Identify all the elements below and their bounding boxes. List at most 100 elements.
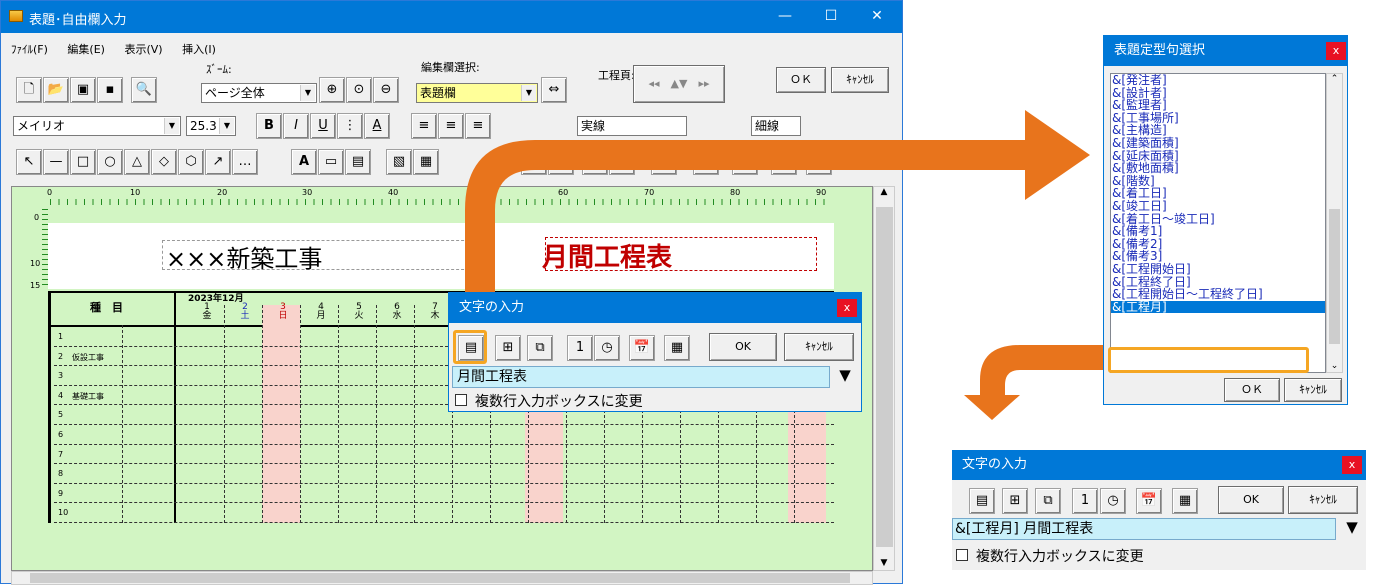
multiline-checkbox[interactable] xyxy=(455,394,467,406)
pattern-icon[interactable]: ▦ xyxy=(413,149,439,175)
ok-button[interactable]: OK xyxy=(709,333,777,361)
zoom-out-icon[interactable]: ⊖ xyxy=(373,77,399,103)
circle-icon[interactable]: ○ xyxy=(97,149,123,175)
list-item[interactable]: &[発注者] xyxy=(1111,74,1325,87)
menu-edit[interactable]: 編集(E) xyxy=(67,43,105,56)
font-color-icon[interactable]: A xyxy=(364,113,390,139)
insert-field-icon[interactable]: ⊞ xyxy=(1002,488,1028,514)
phrase-list[interactable]: &[発注者] &[設計者] &[監理者] &[工事場所] &[主構造] &[建築… xyxy=(1110,73,1326,373)
list-item[interactable]: &[敷地面積] xyxy=(1111,162,1325,175)
font-size-value: 25.3 xyxy=(190,119,217,133)
zoom-select[interactable]: ページ全体 ▼ xyxy=(201,83,317,103)
zoom-fit-icon[interactable]: ⊙ xyxy=(346,77,372,103)
checkbox-label: 複数行入力ボックスに変更 xyxy=(475,394,643,410)
menu-insert[interactable]: 挿入(I) xyxy=(182,43,216,56)
copy-icon[interactable]: ⧉ xyxy=(527,335,553,361)
list-item[interactable]: &[監理者] xyxy=(1111,99,1325,112)
clock-icon[interactable]: ◷ xyxy=(1100,488,1126,514)
list-item[interactable]: &[備考1] xyxy=(1111,225,1325,238)
multiline-checkbox[interactable] xyxy=(956,549,968,561)
close-icon[interactable]: x xyxy=(1342,456,1362,474)
scroll-thumb[interactable] xyxy=(1329,209,1340,344)
new-file-icon[interactable]: 🗋 xyxy=(16,77,42,103)
textbox-icon[interactable]: ▭ xyxy=(318,149,344,175)
more-shapes-icon[interactable]: … xyxy=(232,149,258,175)
pointer-icon[interactable]: ↖ xyxy=(16,149,42,175)
chevron-down-icon: ▼ xyxy=(164,118,179,134)
dropdown-icon[interactable]: ▼ xyxy=(1339,518,1365,540)
table-row: 6 xyxy=(54,425,834,445)
number-icon[interactable]: 1 xyxy=(567,335,593,361)
zoom-label: ｽﾞｰﾑ: xyxy=(206,63,232,76)
font-size-select[interactable]: 25.3 ▼ xyxy=(186,116,236,136)
text-input[interactable]: 月間工程表 xyxy=(452,366,830,388)
arrow-icon[interactable]: ↗ xyxy=(205,149,231,175)
font-value: メイリオ xyxy=(17,119,66,133)
close-button[interactable]: ✕ xyxy=(854,1,900,33)
italic-icon[interactable]: I xyxy=(283,113,309,139)
calendar-icon[interactable]: 📅 xyxy=(1136,488,1162,514)
save-icon[interactable]: ▪ xyxy=(97,77,123,103)
hexagon-icon[interactable]: ⬡ xyxy=(178,149,204,175)
save-as-icon[interactable]: ▣ xyxy=(70,77,96,103)
maximize-button[interactable]: ☐ xyxy=(808,1,854,33)
image-icon[interactable]: ▧ xyxy=(386,149,412,175)
line-icon[interactable]: — xyxy=(43,149,69,175)
cancel-button[interactable]: ｷｬﾝｾﾙ xyxy=(784,333,854,361)
close-icon[interactable]: x xyxy=(1326,42,1346,60)
scroll-down-icon[interactable]: ▼ xyxy=(874,558,894,568)
list-scrollbar[interactable]: ⌃ ⌄ xyxy=(1326,73,1343,373)
ok-button[interactable]: OK xyxy=(1218,486,1284,514)
ruler-label: 30 xyxy=(302,188,313,197)
underline-icon[interactable]: U xyxy=(310,113,336,139)
bold-icon[interactable]: B xyxy=(256,113,282,139)
text-input[interactable]: &[工程月] 月間工程表 xyxy=(952,518,1336,540)
list-item[interactable]: &[工程開始日～工程終了日] xyxy=(1111,288,1325,301)
print-preview-icon[interactable]: 🔍 xyxy=(131,77,157,103)
vertical-text-icon[interactable]: ⋮ xyxy=(337,113,363,139)
copy-icon[interactable]: ⧉ xyxy=(1035,488,1061,514)
table-icon[interactable]: ▤ xyxy=(345,149,371,175)
dialog-title: 表題定型句選択 xyxy=(1104,36,1347,66)
menu-view[interactable]: 表示(V) xyxy=(124,43,162,56)
project-title[interactable]: ×××新築工事 xyxy=(166,239,322,274)
calendar-icon[interactable]: 📅 xyxy=(629,335,655,361)
scroll-up-icon[interactable]: ⌃ xyxy=(1327,74,1342,84)
menu-file[interactable]: ﾌｧｲﾙ(F) xyxy=(11,43,48,56)
open-file-icon[interactable]: 📂 xyxy=(43,77,69,103)
close-icon[interactable]: x xyxy=(837,299,857,317)
highlight-box xyxy=(1108,347,1309,373)
ruler-label: 40 xyxy=(388,188,399,197)
cancel-button[interactable]: ｷｬﾝｾﾙ xyxy=(1284,378,1342,402)
calculator-icon[interactable]: ▦ xyxy=(1172,488,1198,514)
clock-icon[interactable]: ◷ xyxy=(594,335,620,361)
number-icon[interactable]: 1 xyxy=(1072,488,1098,514)
font-select[interactable]: メイリオ ▼ xyxy=(13,116,181,136)
table-row: 10 xyxy=(54,503,834,523)
highlight-box xyxy=(453,330,487,364)
scroll-down-icon[interactable]: ⌄ xyxy=(1327,361,1342,371)
list-item[interactable]: &[竣工日] xyxy=(1111,200,1325,213)
align-left-icon[interactable]: ≡ xyxy=(411,113,437,139)
zoom-in-icon[interactable]: ⊕ xyxy=(319,77,345,103)
list-item-selected[interactable]: &[工程月] xyxy=(1111,301,1325,314)
text-icon[interactable]: A xyxy=(291,149,317,175)
insert-field-icon[interactable]: ⊞ xyxy=(495,335,521,361)
app-icon xyxy=(9,10,23,22)
zoom-value: ページ全体 xyxy=(205,86,265,100)
dropdown-icon[interactable]: ▼ xyxy=(832,366,858,388)
ok-button[interactable]: ＯＫ xyxy=(1224,378,1280,402)
calculator-icon[interactable]: ▦ xyxy=(664,335,690,361)
scroll-thumb[interactable] xyxy=(30,573,850,583)
title-bar: 表題･自由欄入力 — ☐ ✕ xyxy=(1,1,902,33)
diamond-icon[interactable]: ◇ xyxy=(151,149,177,175)
horizontal-scrollbar[interactable] xyxy=(11,571,873,585)
phrase-select-icon[interactable]: ▤ xyxy=(969,488,995,514)
rectangle-icon[interactable]: □ xyxy=(70,149,96,175)
list-item[interactable]: &[工程開始日] xyxy=(1111,263,1325,276)
list-item[interactable]: &[建築面積] xyxy=(1111,137,1325,150)
triangle-icon[interactable]: △ xyxy=(124,149,150,175)
cancel-button[interactable]: ｷｬﾝｾﾙ xyxy=(1288,486,1358,514)
minimize-button[interactable]: — xyxy=(762,1,808,33)
col-head: 種 目 xyxy=(90,301,123,314)
